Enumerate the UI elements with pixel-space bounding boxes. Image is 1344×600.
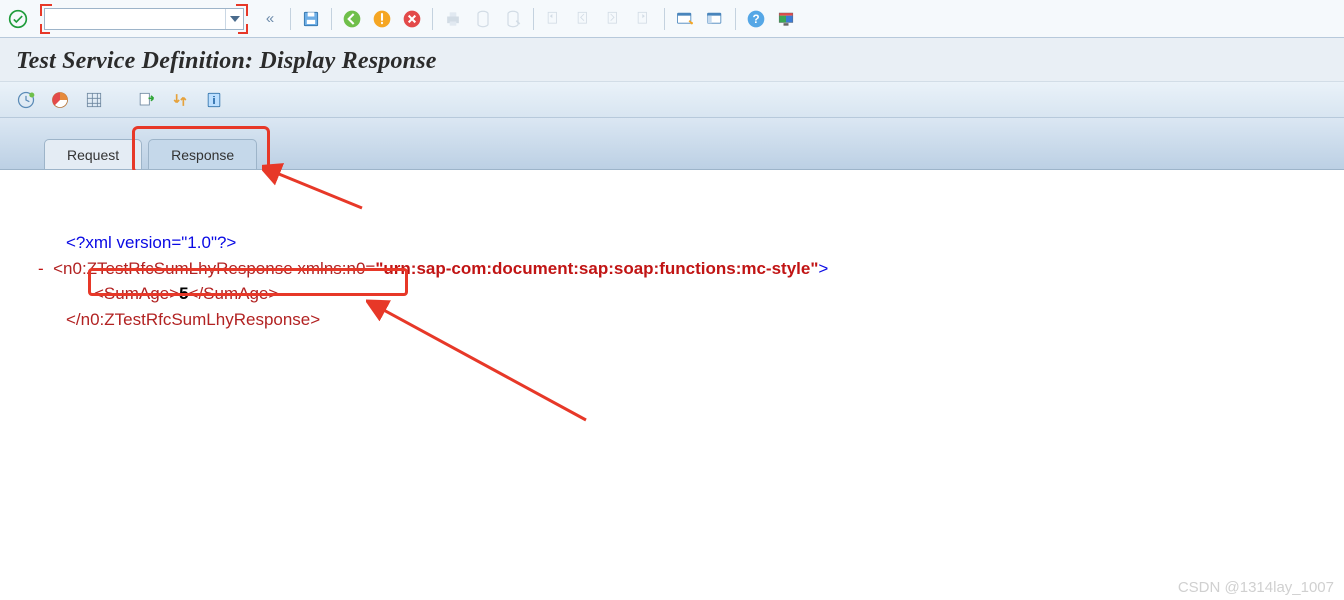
toolbar-separator [735, 8, 736, 30]
enter-icon[interactable] [6, 8, 30, 30]
xml-sumage: <SumAge>5</SumAge> [38, 281, 1312, 307]
cancel-icon[interactable] [400, 8, 424, 30]
collapse-icon[interactable]: « [258, 8, 282, 30]
last-page-icon[interactable] [632, 8, 656, 30]
first-page-icon[interactable] [542, 8, 566, 30]
watermark: CSDN @1314lay_1007 [1178, 579, 1334, 596]
tab-label: Request [67, 147, 119, 163]
info-icon[interactable]: i [202, 89, 226, 111]
transaction-code-input[interactable] [45, 9, 225, 29]
xml-viewer: <?xml version="1.0"?> - <n0:ZTestRfcSumL… [0, 170, 1344, 580]
system-toolbar: « ? [0, 0, 1344, 38]
toolbar-separator [290, 8, 291, 30]
clock-icon[interactable] [14, 89, 38, 111]
grid-icon[interactable] [82, 89, 106, 111]
tab-request[interactable]: Request [44, 139, 142, 169]
next-page-icon[interactable] [602, 8, 626, 30]
xml-declaration: <?xml version="1.0"?> [38, 230, 1312, 256]
toolbar-separator [432, 8, 433, 30]
customize-icon[interactable] [774, 8, 798, 30]
app-toolbar: i [0, 82, 1344, 118]
xml-root-close: </n0:ZTestRfcSumLhyResponse> [38, 307, 1312, 333]
page-title: Test Service Definition: Display Respons… [16, 48, 1328, 75]
xml-root-open: - <n0:ZTestRfcSumLhyResponse xmlns:n0="u… [38, 256, 1312, 282]
print-icon[interactable] [441, 8, 465, 30]
toolbar-separator [664, 8, 665, 30]
find-icon[interactable] [471, 8, 495, 30]
transaction-code-combo[interactable] [44, 8, 244, 30]
export-icon[interactable] [134, 89, 158, 111]
help-icon[interactable]: ? [744, 8, 768, 30]
find-next-icon[interactable] [501, 8, 525, 30]
tab-label: Response [171, 147, 234, 163]
toolbar-separator [331, 8, 332, 30]
svg-text:?: ? [752, 13, 759, 26]
toolbar-separator [533, 8, 534, 30]
prev-page-icon[interactable] [572, 8, 596, 30]
title-bar: Test Service Definition: Display Respons… [0, 38, 1344, 82]
transaction-code-wrapper [40, 4, 248, 34]
new-session-icon[interactable] [673, 8, 697, 30]
sort-icon[interactable] [168, 89, 192, 111]
pie-icon[interactable] [48, 89, 72, 111]
svg-text:i: i [212, 95, 215, 107]
save-icon[interactable] [299, 8, 323, 30]
back-icon[interactable] [340, 8, 364, 30]
tab-response[interactable]: Response [148, 139, 257, 169]
tab-strip: Request Response [0, 118, 1344, 170]
layout-icon[interactable] [703, 8, 727, 30]
exit-icon[interactable] [370, 8, 394, 30]
